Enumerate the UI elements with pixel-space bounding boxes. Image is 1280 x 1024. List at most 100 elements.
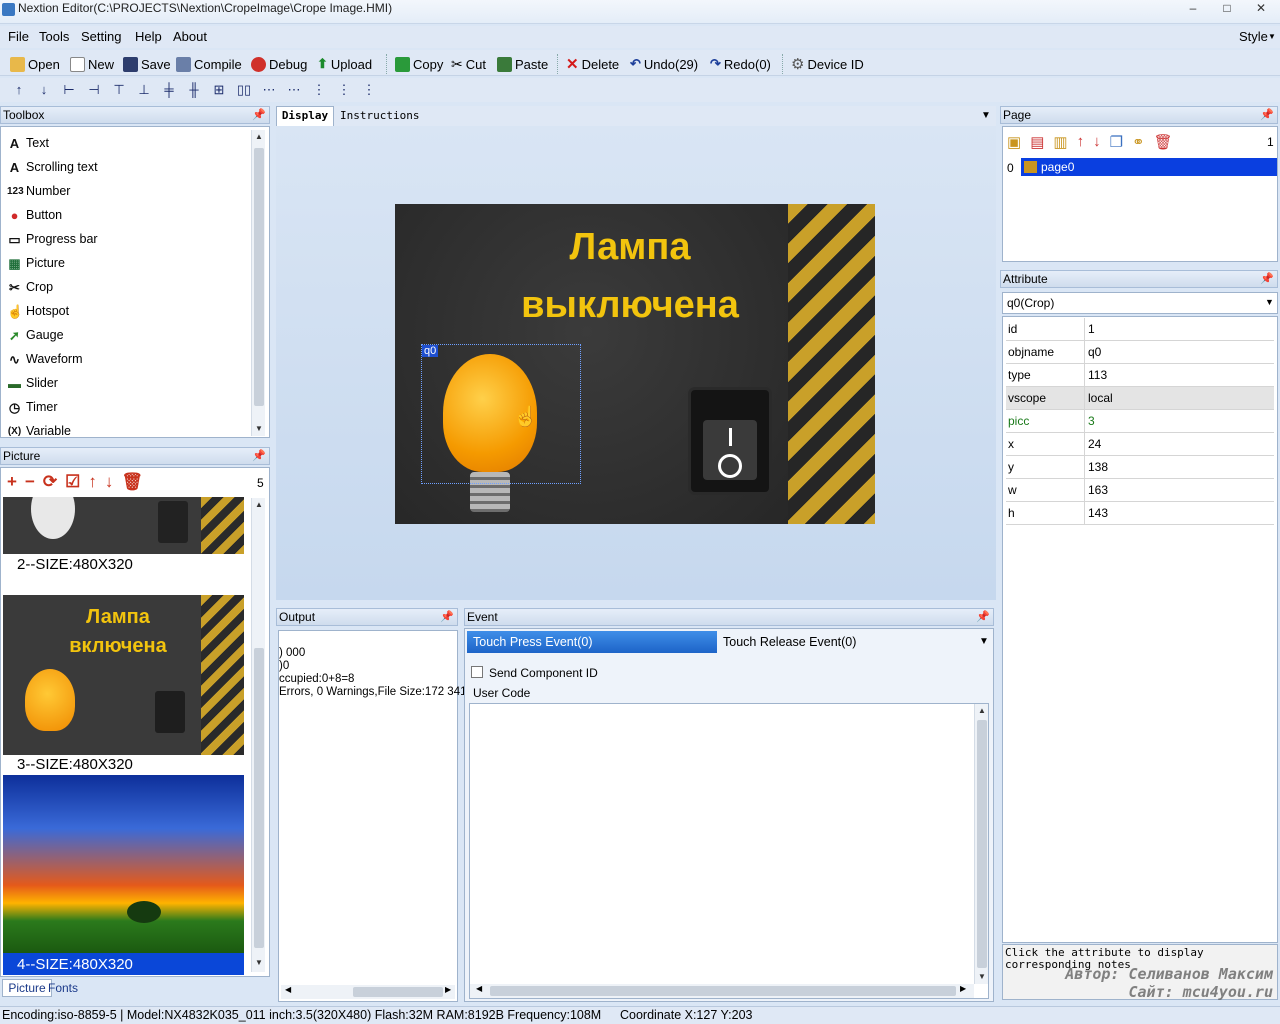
- spacing-h2-icon[interactable]: ⋯: [286, 82, 302, 98]
- scroll-down-icon[interactable]: ▼: [975, 970, 989, 984]
- toolbox-scrollbar[interactable]: ▲ ▼: [251, 130, 265, 436]
- attribute-row-x[interactable]: x 24: [1006, 433, 1274, 456]
- tab-dropdown-icon[interactable]: ▼: [981, 110, 991, 121]
- tab-display[interactable]: Display: [276, 106, 334, 126]
- same-size-icon[interactable]: ⊞: [211, 82, 227, 98]
- undo-button[interactable]: ↶ Undo(29): [630, 54, 698, 74]
- align-right-icon[interactable]: ⊣: [86, 82, 102, 98]
- toolbox-item-crop[interactable]: ✂ Crop: [7, 277, 53, 297]
- bring-forward-icon[interactable]: ↑: [11, 82, 27, 98]
- move-up-icon[interactable]: ↑: [88, 472, 97, 494]
- scroll-down-icon[interactable]: ▼: [252, 422, 266, 436]
- pin-icon[interactable]: 📌: [252, 107, 266, 123]
- toolbox-item-scrolling-text[interactable]: A Scrolling text: [7, 157, 98, 177]
- menu-file[interactable]: File: [8, 29, 29, 44]
- align-bottom-icon[interactable]: ⊥: [136, 82, 152, 98]
- attribute-row-type[interactable]: type 113: [1006, 364, 1274, 387]
- page-item-page0[interactable]: page0: [1021, 158, 1277, 176]
- align-center-v-icon[interactable]: ╪: [161, 82, 177, 98]
- attribute-object-select[interactable]: q0(Crop) ▼: [1002, 292, 1278, 314]
- remove-icon[interactable]: −: [25, 472, 35, 494]
- align-left-icon[interactable]: ⊢: [61, 82, 77, 98]
- picture-scrollbar[interactable]: ▲ ▼: [251, 498, 265, 972]
- insert-page-icon[interactable]: ▥: [1053, 133, 1067, 151]
- toolbox-item-slider[interactable]: ▬ Slider: [7, 373, 58, 393]
- scroll-thumb[interactable]: [254, 648, 264, 948]
- send-component-id-checkbox[interactable]: [471, 666, 483, 678]
- crop-component-q0[interactable]: q0: [421, 344, 581, 484]
- copy-button[interactable]: Copy: [395, 54, 443, 74]
- code-vscrollbar[interactable]: ▲ ▼: [974, 704, 988, 984]
- align-center-h-icon[interactable]: ╫: [186, 82, 202, 98]
- save-button[interactable]: Save: [123, 54, 171, 74]
- attribute-row-y[interactable]: y 138: [1006, 456, 1274, 479]
- output-hscrollbar[interactable]: ◀ ▶: [281, 985, 455, 999]
- scroll-thumb[interactable]: [353, 987, 443, 997]
- delete-all-pages-icon[interactable]: 🗑: [1154, 133, 1173, 151]
- tab-fonts[interactable]: Fonts: [46, 981, 80, 997]
- compile-button[interactable]: Compile: [176, 54, 242, 74]
- spacing-h-icon[interactable]: ⋯: [261, 82, 277, 98]
- tab-touch-release[interactable]: Touch Release Event(0): [723, 635, 856, 649]
- scroll-left-icon[interactable]: ◀: [476, 984, 482, 993]
- scroll-up-icon[interactable]: ▲: [975, 704, 989, 718]
- spacing-v-icon[interactable]: ⋮: [336, 82, 352, 98]
- toolbox-item-button[interactable]: ● Button: [7, 205, 63, 225]
- device-id-button[interactable]: ⚙ Device ID: [791, 54, 864, 74]
- tab-picture[interactable]: Picture: [2, 979, 52, 997]
- picture-thumb-4-selected[interactable]: 4--SIZE:480X320: [3, 775, 244, 975]
- scroll-left-icon[interactable]: ◀: [285, 985, 291, 994]
- picture-thumb-3[interactable]: Лампа включена: [3, 595, 244, 755]
- user-code-editor[interactable]: ▲ ▼ ◀ ▶: [469, 703, 989, 999]
- scroll-right-icon[interactable]: ▶: [445, 985, 451, 994]
- import-page-icon[interactable]: ⚭: [1132, 133, 1145, 151]
- picture-thumb-2[interactable]: [3, 497, 244, 554]
- attribute-row-objname[interactable]: objname q0: [1006, 341, 1274, 364]
- pin-icon[interactable]: 📌: [1260, 271, 1274, 287]
- code-hscrollbar[interactable]: ◀ ▶: [470, 984, 974, 998]
- toolbox-item-timer[interactable]: ◷ Timer: [7, 397, 58, 417]
- close-button[interactable]: ✕: [1246, 1, 1276, 19]
- debug-button[interactable]: Debug: [251, 54, 307, 74]
- toolbox-item-number[interactable]: 123 Number: [7, 181, 70, 201]
- pin-icon[interactable]: 📌: [1260, 107, 1274, 123]
- maximize-button[interactable]: □: [1212, 1, 1242, 19]
- distribute-v-icon[interactable]: ⋮: [311, 82, 327, 98]
- paste-button[interactable]: Paste: [497, 54, 548, 74]
- scroll-thumb[interactable]: [490, 986, 956, 996]
- menu-about[interactable]: About: [173, 29, 207, 44]
- event-dropdown-icon[interactable]: ▼: [979, 636, 989, 647]
- cut-button[interactable]: ✂ Cut: [451, 54, 486, 74]
- menu-style[interactable]: Style: [1239, 29, 1268, 44]
- upload-button[interactable]: ⬆ Upload: [317, 54, 372, 74]
- distribute-h-icon[interactable]: ▯▯: [236, 82, 252, 98]
- toolbox-item-waveform[interactable]: ∿ Waveform: [7, 349, 82, 369]
- toolbox-item-variable[interactable]: (X) Variable: [7, 421, 71, 441]
- scroll-right-icon[interactable]: ▶: [960, 984, 966, 993]
- send-backward-icon[interactable]: ↓: [36, 82, 52, 98]
- minimize-button[interactable]: –: [1178, 1, 1208, 19]
- copy-page-icon[interactable]: ❐: [1110, 133, 1123, 151]
- attribute-row-vscope[interactable]: vscope local: [1006, 387, 1274, 410]
- toolbox-item-gauge[interactable]: ➚ Gauge: [7, 325, 63, 345]
- tab-touch-press[interactable]: Touch Press Event(0): [467, 631, 717, 653]
- menu-help[interactable]: Help: [135, 29, 162, 44]
- toolbox-item-text[interactable]: A Text: [7, 133, 49, 153]
- toolbox-item-hotspot[interactable]: ☝ Hotspot: [7, 301, 69, 321]
- page-down-icon[interactable]: ↓: [1093, 133, 1101, 151]
- align-top-icon[interactable]: ⊤: [111, 82, 127, 98]
- attribute-row-w[interactable]: w 163: [1006, 479, 1274, 502]
- toolbox-item-picture[interactable]: ▦ Picture: [7, 253, 65, 273]
- tab-instructions[interactable]: Instructions: [340, 109, 419, 122]
- open-button[interactable]: Open: [10, 54, 60, 74]
- menu-tools[interactable]: Tools: [39, 29, 69, 44]
- scroll-thumb[interactable]: [977, 720, 987, 968]
- delete-all-icon[interactable]: 🗑: [121, 472, 143, 494]
- hmi-screen[interactable]: Лампа выключена q0 ☝: [395, 204, 875, 524]
- delete-button[interactable]: ✕ Delete: [566, 54, 619, 74]
- spacing-v2-icon[interactable]: ⋮: [361, 82, 377, 98]
- pin-icon[interactable]: 📌: [440, 609, 454, 625]
- toolbox-item-progress-bar[interactable]: ▭ Progress bar: [7, 229, 97, 249]
- scroll-up-icon[interactable]: ▲: [252, 130, 266, 144]
- delete-page-icon[interactable]: ▤: [1030, 133, 1044, 151]
